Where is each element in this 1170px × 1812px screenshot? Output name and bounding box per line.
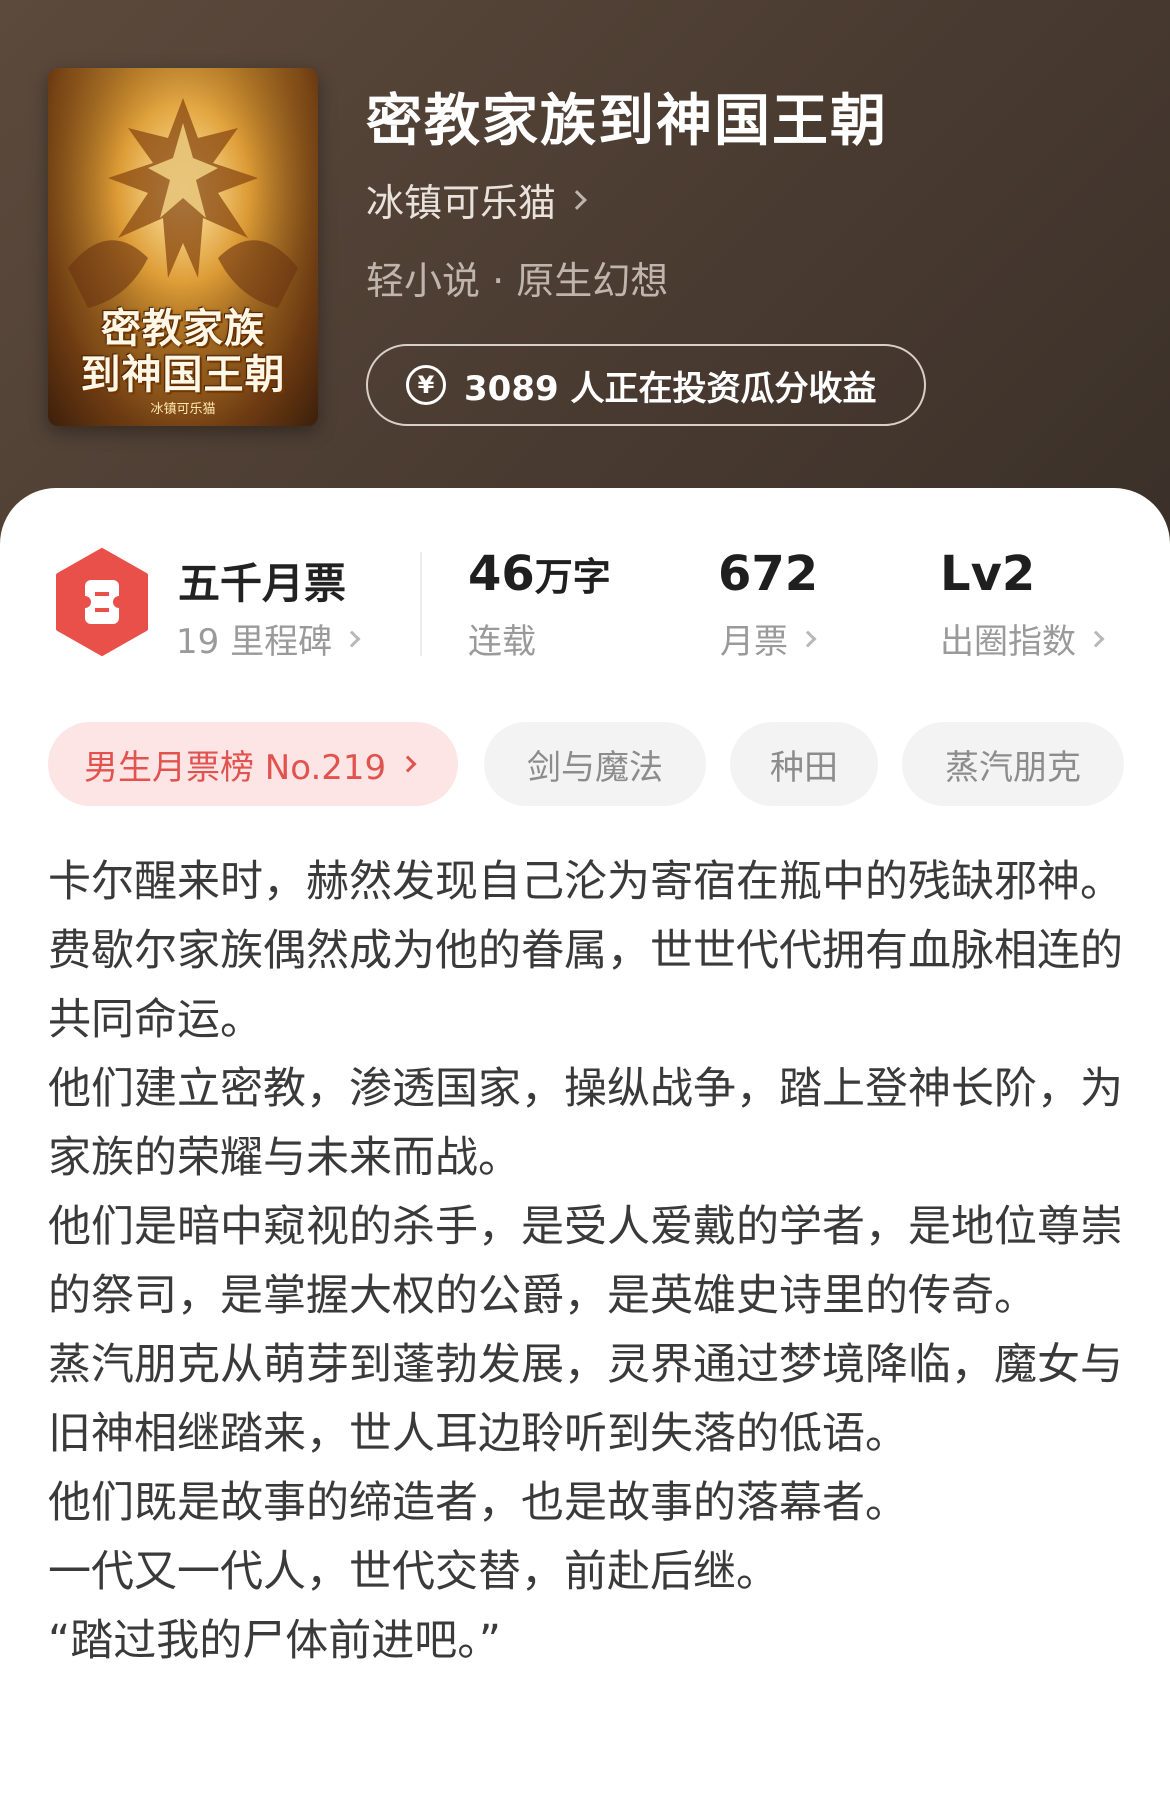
tag-row: 男生月票榜 No.219 剑与魔法 种田 蒸汽朋克 (48, 722, 1128, 806)
stats-row: 五千月票 19 里程碑 46万字 连载 672 月票 Lv2 出圈指数 (0, 488, 1170, 688)
synopsis-paragraph: 他们是暗中窥视的杀手，是受人爱戴的学者，是地位尊崇的祭司，是掌握大权的公爵，是英… (48, 1202, 1123, 1321)
genre-label: 轻小说 · 原生幻想 (366, 259, 669, 303)
milestone-label: 19 里程碑 (176, 622, 333, 662)
book-title: 密教家族到神国王朝 (366, 89, 888, 154)
chevron-right-icon (799, 630, 817, 647)
chevron-right-icon (567, 189, 587, 210)
popularity-index-link[interactable]: 出圈指数 (940, 614, 1105, 663)
milestone-link[interactable]: 19 里程碑 (176, 614, 361, 663)
author-name: 冰镇可乐猫 (366, 181, 557, 225)
synopsis-paragraph: “踏过我的尸体前进吧。” (48, 1616, 502, 1666)
serial-status: 连载 (468, 614, 536, 663)
book-cover[interactable]: 密教家族 到神国王朝 冰镇可乐猫 (48, 68, 318, 426)
rank-tag-label: 男生月票榜 No.219 (84, 747, 387, 788)
detail-card: 五千月票 19 里程碑 46万字 连载 672 月票 Lv2 出圈指数 男生月票… (0, 488, 1170, 1812)
rank-tag[interactable]: 男生月票榜 No.219 (48, 722, 458, 806)
cover-title-line2: 到神国王朝 (80, 352, 286, 398)
yen-coin-icon: ¥ (406, 365, 446, 405)
serial-status-label: 连载 (468, 622, 536, 662)
cover-author: 冰镇可乐猫 (150, 402, 216, 417)
synopsis-paragraph: 蒸汽朋克从萌芽到蓬勃发展，灵界通过梦境降临，魔女与旧神相继踏来，世人耳边聆听到失… (48, 1340, 1123, 1459)
book-detail-page: 密教家族 到神国王朝 冰镇可乐猫 密教家族到神国王朝 冰镇可乐猫 轻小说 · 原… (0, 0, 1170, 1812)
book-synopsis: 卡尔醒来时，赫然发现自己沦为寄宿在瓶中的残缺邪神。 费歇尔家族偶然成为他的眷属，… (48, 848, 1128, 1676)
author-link[interactable]: 冰镇可乐猫 (366, 172, 587, 227)
synopsis-paragraph: 一代又一代人，世代交替，前赴后继。 (48, 1547, 779, 1597)
stats-divider (420, 552, 422, 656)
cover-title: 密教家族 到神国王朝 (48, 306, 318, 398)
book-header: 密教家族 到神国王朝 冰镇可乐猫 密教家族到神国王朝 冰镇可乐猫 轻小说 · 原… (0, 0, 1170, 560)
tag-sword-magic[interactable]: 剑与魔法 (484, 722, 706, 806)
invest-text: 3089 人正在投资瓜分收益 (464, 368, 877, 409)
monthly-votes-link[interactable]: 月票 (720, 614, 817, 663)
synopsis-paragraph: 他们既是故事的缔造者，也是故事的落幕者。 (48, 1478, 908, 1528)
level-value: Lv2 (940, 546, 1036, 602)
popularity-index-label: 出圈指数 (940, 622, 1076, 662)
monthly-votes-value: 672 (718, 546, 819, 602)
synopsis-paragraph: 他们建立密教，渗透国家，操纵战争，踏上登神长阶，为家族的荣耀与未来而战。 (48, 1064, 1123, 1183)
word-count-unit: 万字 (534, 555, 611, 599)
monthly-ticket-title: 五千月票 (178, 559, 347, 608)
chevron-right-icon (343, 630, 361, 647)
tag-farming[interactable]: 种田 (730, 722, 878, 806)
ticket-icon[interactable] (52, 548, 152, 656)
synopsis-paragraph: 费歇尔家族偶然成为他的眷属，世世代代拥有血脉相连的共同命运。 (48, 926, 1123, 1045)
synopsis-paragraph: 卡尔醒来时，赫然发现自己沦为寄宿在瓶中的残缺邪神。 (48, 857, 1123, 907)
monthly-votes-label: 月票 (720, 622, 788, 662)
cover-title-line1: 密教家族 (101, 306, 265, 352)
word-count-value: 46 (468, 546, 535, 602)
chevron-right-icon (1087, 630, 1105, 647)
chevron-right-icon (399, 755, 417, 773)
invest-button[interactable]: ¥ 3089 人正在投资瓜分收益 (366, 344, 926, 426)
tag-steampunk[interactable]: 蒸汽朋克 (902, 722, 1124, 806)
word-count: 46万字 (468, 546, 611, 602)
